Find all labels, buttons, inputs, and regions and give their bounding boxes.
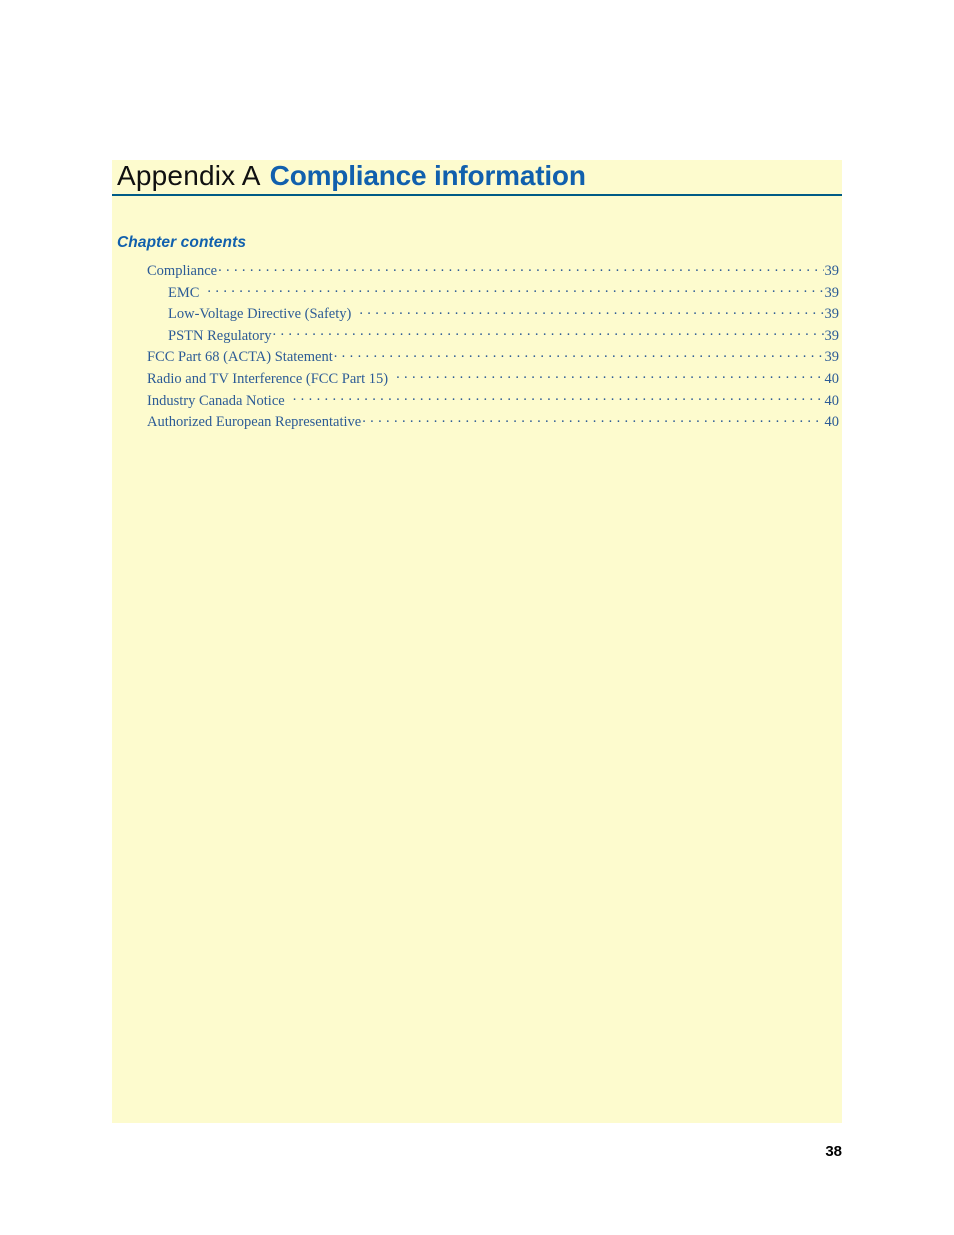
toc-dot-leader xyxy=(207,283,823,297)
toc-entry-label: PSTN Regulatory xyxy=(168,327,272,344)
toc-entry-page-number: 39 xyxy=(824,349,840,366)
toc-dot-leader xyxy=(273,326,824,340)
appendix-label: Appendix A xyxy=(117,160,261,191)
toc-entry-page-number: 40 xyxy=(824,392,840,409)
toc-entry-page-number: 39 xyxy=(824,284,840,301)
toc-entry-label: FCC Part 68 (ACTA) Statement xyxy=(147,349,333,366)
toc-dot-leader xyxy=(396,369,823,383)
table-of-contents: Compliance39EMC39Low-Voltage Directive (… xyxy=(112,261,842,434)
appendix-title: Appendix A Compliance information xyxy=(117,160,842,194)
toc-dot-leader xyxy=(362,412,823,426)
toc-entry-label: Compliance xyxy=(147,263,218,279)
toc-entry-label: Radio and TV Interference (FCC Part 15) xyxy=(147,370,389,387)
toc-entry[interactable]: PSTN Regulatory 39 xyxy=(112,326,842,348)
toc-entry-label: Low-Voltage Directive (Safety) xyxy=(168,306,352,323)
toc-entry[interactable]: EMC 39 xyxy=(112,283,842,305)
toc-dot-leader xyxy=(334,347,824,361)
toc-dot-leader xyxy=(293,391,824,405)
toc-entry-page-number: 39 xyxy=(824,306,840,323)
title-divider-rule xyxy=(112,194,842,196)
toc-entry[interactable]: Compliance 39 xyxy=(112,261,842,283)
toc-entry-label: Authorized European Representative xyxy=(147,414,362,431)
toc-entry[interactable]: Authorized European Representative 40 xyxy=(112,412,842,434)
toc-entry-label: Industry Canada Notice xyxy=(147,392,285,409)
toc-entry-page-number: 39 xyxy=(824,327,840,344)
toc-entry-page-number: 39 xyxy=(824,263,840,279)
toc-entry[interactable]: Industry Canada Notice 40 xyxy=(112,391,842,413)
toc-entry-page-number: 40 xyxy=(824,370,840,387)
chapter-contents-heading: Chapter contents xyxy=(117,234,247,251)
document-page: Appendix A Compliance information Chapter… xyxy=(0,0,954,1235)
toc-entry[interactable]: Low-Voltage Directive (Safety) 39 xyxy=(112,304,842,326)
appendix-title-text: Compliance information xyxy=(269,160,586,191)
footer-page-number: 38 xyxy=(825,1143,842,1160)
appendix-content-block: Appendix A Compliance information Chapter… xyxy=(112,160,842,1123)
toc-entry[interactable]: Radio and TV Interference (FCC Part 15) 4… xyxy=(112,369,842,391)
toc-entry-page-number: 40 xyxy=(824,414,840,431)
toc-dot-leader xyxy=(359,304,823,318)
toc-entry-label: EMC xyxy=(168,284,200,301)
toc-dot-leader xyxy=(218,261,823,275)
toc-entry[interactable]: FCC Part 68 (ACTA) Statement 39 xyxy=(112,347,842,369)
